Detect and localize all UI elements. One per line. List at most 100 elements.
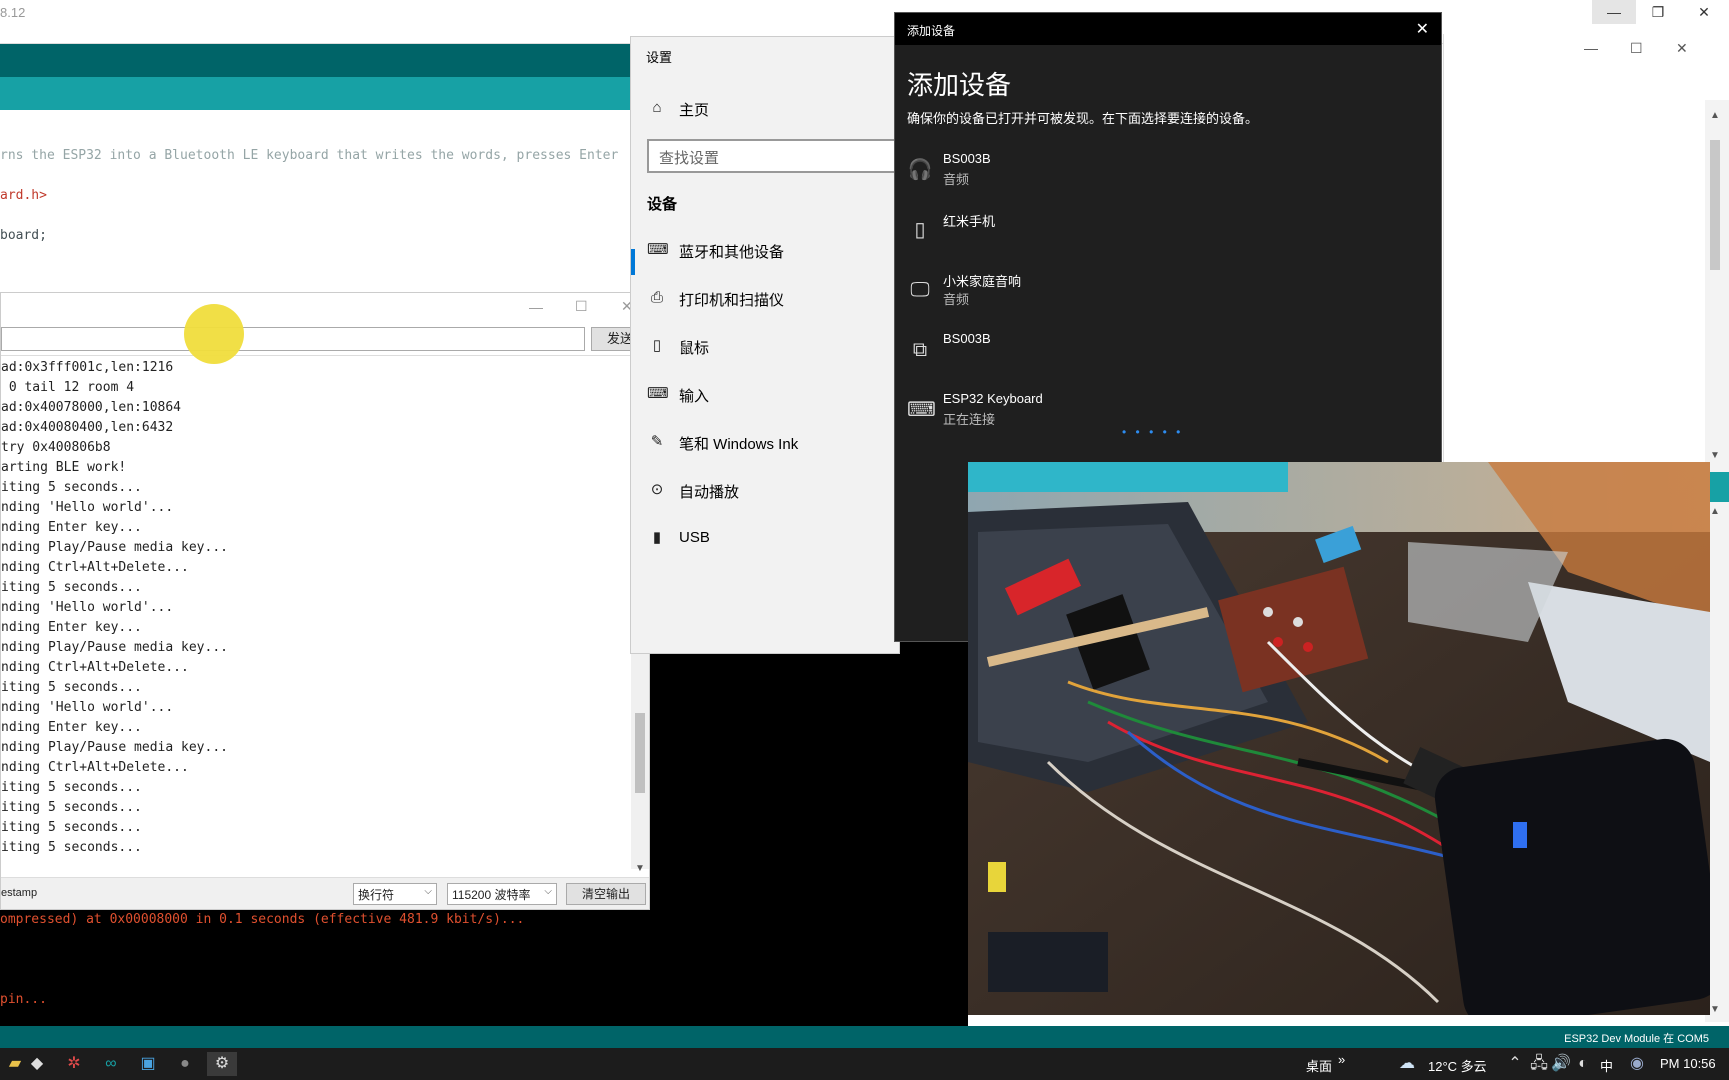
chevron-down-icon: ⌵ xyxy=(424,886,432,897)
baud-rate-value: 115200 波特率 xyxy=(452,888,531,902)
settings-nav-item[interactable]: ⎙ 打印机和扫描仪 xyxy=(631,277,901,321)
printer-icon: ⎙ xyxy=(650,289,663,306)
ime-mode-icon[interactable]: ◉ xyxy=(1622,1052,1652,1076)
cursor-highlight xyxy=(184,304,244,364)
chevron-right-icon[interactable]: » xyxy=(1338,1052,1345,1067)
serial-output-line: nding 'Hello world'... xyxy=(1,700,174,715)
baud-rate-select[interactable]: 115200 波特率 ⌵ xyxy=(447,883,557,905)
minimize-button[interactable]: — xyxy=(529,299,543,315)
console-line: pin... xyxy=(0,992,47,1007)
device-name: 小米家庭音响 xyxy=(943,274,1022,289)
weather-text[interactable]: 12°C 多云 xyxy=(1428,1056,1487,1075)
serial-output-line: nding 'Hello world'... xyxy=(1,500,174,515)
device-list-item[interactable]: ▯ 红米手机 xyxy=(895,207,1441,267)
mouse-icon: ▯ xyxy=(652,337,662,354)
settings-gear-icon[interactable]: ⚙ xyxy=(207,1052,237,1076)
settings-nav-item[interactable]: ⌨ 蓝牙和其他设备 xyxy=(631,229,901,273)
device-name: BS003B xyxy=(943,331,991,346)
restore-button[interactable]: ❐ xyxy=(1636,0,1680,24)
serial-output-line: iting 5 seconds... xyxy=(1,780,142,795)
ide-menubar xyxy=(0,44,630,77)
photos-icon[interactable]: ▣ xyxy=(133,1052,163,1076)
tray-app-icon[interactable]: ◐ xyxy=(1568,1052,1598,1076)
arduino-icon[interactable]: ∞ xyxy=(96,1052,126,1076)
ide-toolbar xyxy=(0,77,630,110)
scroll-up-icon[interactable]: ▲ xyxy=(1710,110,1720,121)
windows-taskbar: ▰ ◆ ✲ ∞ ▣ ● ⚙ 桌面 » ☁ 12°C 多云 ⌃ 🖧 🔊 ◐ 中 ◉… xyxy=(0,1048,1729,1080)
serial-output-line: iting 5 seconds... xyxy=(1,680,142,695)
serial-footer: estamp 换行符 ⌵ 115200 波特率 ⌵ 清空输出 xyxy=(1,877,649,909)
serial-titlebar: — ☐ ✕ xyxy=(1,293,649,323)
ide-status-bar: ESP32 Dev Module 在 COM5 xyxy=(0,1026,1729,1048)
clock[interactable]: PM 10:56 xyxy=(1660,1056,1716,1071)
app-icon[interactable]: ◆ xyxy=(22,1052,52,1076)
code-editor[interactable]: rns the ESP32 into a Bluetooth LE keyboa… xyxy=(0,110,630,290)
home-icon: ⌂ xyxy=(652,99,662,116)
autoplay-icon: ⊙ xyxy=(650,481,664,498)
scroll-up-icon[interactable]: ▲ xyxy=(1710,506,1720,517)
settings-nav-label: 打印机和扫描仪 xyxy=(679,292,785,309)
pen-icon: ✎ xyxy=(650,433,664,450)
cloud-icon[interactable]: ☁ xyxy=(1392,1052,1422,1076)
clear-output-button[interactable]: 清空输出 xyxy=(566,883,646,905)
serial-output-line: iting 5 seconds... xyxy=(1,800,142,815)
scrollbar-thumb[interactable] xyxy=(1710,140,1720,270)
device-type: 正在连接 xyxy=(943,412,996,427)
device-list-item[interactable]: 🎧 BS003B 音频 xyxy=(895,147,1441,207)
settings-nav-item[interactable]: ▮ USB xyxy=(631,517,901,561)
scroll-down-icon[interactable]: ▼ xyxy=(1710,1004,1720,1015)
settings-section-title: 设备 xyxy=(647,196,678,213)
serial-output-line: nding Ctrl+Alt+Delete... xyxy=(1,660,189,675)
scroll-down-icon[interactable]: ▼ xyxy=(635,863,645,874)
devices-icon: ⧉ xyxy=(912,339,928,361)
serial-output-line: nding Play/Pause media key... xyxy=(1,640,228,655)
maximize-button[interactable]: ☐ xyxy=(1630,40,1643,57)
close-icon[interactable]: ✕ xyxy=(1416,19,1429,39)
serial-output-line: arting BLE work! xyxy=(1,460,127,475)
device-name: 红米手机 xyxy=(943,214,996,229)
serial-output-line: try 0x400806b8 xyxy=(1,440,111,455)
bluetooth-devices-icon: ⌨ xyxy=(647,241,669,258)
settings-search-input[interactable]: 查找设置 xyxy=(647,139,907,173)
scrollbar-thumb[interactable] xyxy=(635,713,645,793)
settings-nav-item[interactable]: ✎ 笔和 Windows Ink xyxy=(631,421,901,465)
device-list-item[interactable]: 🖵 小米家庭音响 音频 xyxy=(895,267,1441,327)
settings-home-label: 主页 xyxy=(679,102,710,119)
timestamp-checkbox-label[interactable]: estamp xyxy=(1,887,37,899)
ime-indicator[interactable]: 中 xyxy=(1600,1056,1613,1075)
settings-nav-label: 自动播放 xyxy=(679,484,740,501)
serial-output-line: iting 5 seconds... xyxy=(1,820,142,835)
console-line: ompressed) at 0x00008000 in 0.1 seconds … xyxy=(0,912,525,927)
serial-output-line: nding Ctrl+Alt+Delete... xyxy=(1,560,189,575)
settings-nav-item[interactable]: ▯ 鼠标 xyxy=(631,325,901,369)
keyboard-icon: ⌨ xyxy=(907,399,936,421)
serial-output-line: nding Play/Pause media key... xyxy=(1,540,228,555)
minimize-button[interactable]: — xyxy=(1592,0,1636,24)
add-device-description: 确保你的设备已打开并可被发现。在下面选择要连接的设备。 xyxy=(907,111,1259,126)
desktop-toolbar-label[interactable]: 桌面 xyxy=(1306,1056,1332,1075)
settings-nav-item[interactable]: ⊙ 自动播放 xyxy=(631,469,901,513)
app-gear-red-icon[interactable]: ✲ xyxy=(59,1052,89,1076)
serial-output: ad:0x3fff001c,len:1216 0 tail 12 room 4 a… xyxy=(1,355,631,869)
obs-icon[interactable]: ● xyxy=(170,1052,200,1076)
add-device-window-title: 添加设备 xyxy=(907,24,956,38)
device-name: BS003B xyxy=(943,151,991,166)
keyboard-icon: ⌨ xyxy=(647,385,669,402)
close-button[interactable]: ✕ xyxy=(1676,40,1688,57)
hardware-photo-image xyxy=(968,462,1710,1015)
settings-nav-label: 输入 xyxy=(679,388,710,405)
device-list-item[interactable]: ⧉ BS003B xyxy=(895,327,1441,387)
settings-nav-label: 笔和 Windows Ink xyxy=(679,436,799,453)
search-placeholder: 查找设置 xyxy=(659,150,720,167)
serial-output-line: nding Play/Pause media key... xyxy=(1,740,228,755)
serial-send-input[interactable] xyxy=(1,327,585,351)
minimize-button[interactable]: — xyxy=(1584,40,1598,56)
scroll-down-icon[interactable]: ▼ xyxy=(1710,450,1720,461)
connecting-progress: • • • • • xyxy=(1122,425,1184,439)
line-ending-select[interactable]: 换行符 ⌵ xyxy=(353,883,437,905)
settings-home-link[interactable]: ⌂ 主页 xyxy=(631,87,901,131)
settings-nav-item[interactable]: ⌨ 输入 xyxy=(631,373,901,417)
maximize-button[interactable]: ☐ xyxy=(575,298,588,315)
close-button[interactable]: ✕ xyxy=(1682,0,1726,24)
line-ending-value: 换行符 xyxy=(358,888,395,902)
